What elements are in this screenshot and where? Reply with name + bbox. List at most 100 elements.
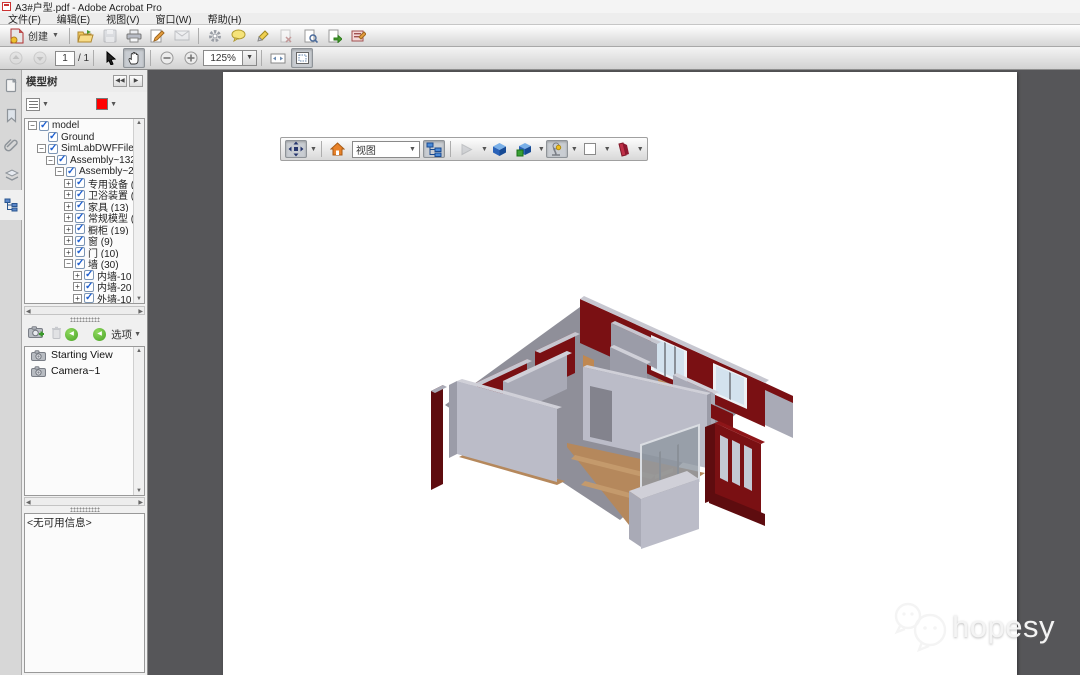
tree-options-button[interactable]: ▼ bbox=[26, 98, 49, 111]
view-item[interactable]: Camera~1 bbox=[25, 363, 144, 379]
document-pane[interactable]: ▼ 视图 ▼ ▼ ▼ ▼ ▼ bbox=[148, 70, 1080, 675]
lighting-button[interactable] bbox=[546, 140, 568, 158]
page-down-button[interactable] bbox=[29, 48, 51, 68]
tree-checkbox[interactable]: ✓ bbox=[48, 132, 58, 142]
render-mode-button[interactable] bbox=[489, 140, 511, 158]
views-horizontal-scrollbar[interactable]: ◀ ▶ bbox=[24, 497, 145, 506]
tree-checkbox[interactable]: ✓ bbox=[75, 213, 85, 223]
tree-expander-icon[interactable]: + bbox=[73, 282, 82, 291]
chevron-down-icon[interactable]: ▼ bbox=[637, 146, 644, 153]
comment-bubble-button[interactable] bbox=[228, 26, 250, 46]
tree-checkbox[interactable]: ✓ bbox=[84, 270, 94, 280]
chevron-down-icon[interactable]: ▼ bbox=[571, 146, 578, 153]
tree-item[interactable]: +✓门 (10) bbox=[26, 247, 133, 259]
menu-item-1[interactable]: 编辑(E) bbox=[49, 11, 98, 26]
tree-item[interactable]: +✓家具 (13) bbox=[26, 201, 133, 213]
tree-item[interactable]: −✓Assembly~1326 bbox=[26, 155, 133, 167]
menu-item-3[interactable]: 窗口(W) bbox=[147, 11, 199, 26]
settings-gear-button[interactable] bbox=[204, 26, 226, 46]
tree-expander-icon[interactable]: + bbox=[64, 202, 73, 211]
chevron-down-icon[interactable]: ▼ bbox=[310, 146, 317, 153]
model-tree-panel-button[interactable] bbox=[0, 190, 22, 220]
tree-expander-icon[interactable]: − bbox=[55, 167, 64, 176]
tree-checkbox[interactable]: ✓ bbox=[75, 224, 85, 234]
tree-vertical-scrollbar[interactable]: ▲ ▼ bbox=[133, 119, 144, 303]
tree-checkbox[interactable]: ✓ bbox=[75, 247, 85, 257]
select-tool-button[interactable] bbox=[99, 48, 121, 68]
open-file-button[interactable] bbox=[75, 26, 97, 46]
tree-checkbox[interactable]: ✓ bbox=[75, 259, 85, 269]
tree-item[interactable]: −✓model bbox=[26, 120, 133, 132]
next-view-button[interactable]: ◀ bbox=[93, 328, 106, 341]
menu-item-4[interactable]: 帮助(H) bbox=[200, 11, 250, 26]
tree-item[interactable]: +✓卫浴装置 ( bbox=[26, 189, 133, 201]
scroll-down-icon[interactable]: ▼ bbox=[134, 488, 144, 494]
tree-expander-icon[interactable]: − bbox=[37, 144, 46, 153]
tree-expander-icon[interactable]: − bbox=[28, 121, 37, 130]
tree-expander-icon[interactable]: + bbox=[64, 236, 73, 245]
scroll-up-icon[interactable]: ▲ bbox=[134, 120, 144, 126]
tree-expander-icon[interactable]: + bbox=[73, 271, 82, 280]
tree-item[interactable]: +✓常规模型 ( bbox=[26, 212, 133, 224]
pages-panel-button[interactable] bbox=[0, 70, 22, 100]
delete-view-button[interactable] bbox=[51, 326, 62, 342]
tree-checkbox[interactable]: ✓ bbox=[57, 155, 67, 165]
tree-item[interactable]: ✓Ground bbox=[26, 132, 133, 144]
chevron-down-icon[interactable]: ▼ bbox=[604, 146, 611, 153]
tree-item[interactable]: +✓专用设备 (9 bbox=[26, 178, 133, 190]
zoom-in-button[interactable] bbox=[180, 48, 202, 68]
tree-checkbox[interactable]: ✓ bbox=[48, 144, 58, 154]
page-export-button[interactable] bbox=[324, 26, 346, 46]
tree-item[interactable]: +✓橱柜 (19) bbox=[26, 224, 133, 236]
tree-expander-icon[interactable]: − bbox=[64, 259, 73, 268]
tree-checkbox[interactable]: ✓ bbox=[66, 167, 76, 177]
tree-checkbox[interactable]: ✓ bbox=[75, 190, 85, 200]
scroll-down-icon[interactable]: ▼ bbox=[134, 296, 144, 302]
page-number-input[interactable]: 1 bbox=[55, 51, 75, 66]
view-item[interactable]: Starting View bbox=[25, 347, 144, 363]
tree-checkbox[interactable]: ✓ bbox=[75, 201, 85, 211]
chevron-down-icon[interactable]: ▼ bbox=[538, 146, 545, 153]
highlight-pen-button[interactable] bbox=[252, 26, 274, 46]
views-vertical-scrollbar[interactable]: ▲ ▼ bbox=[133, 347, 144, 495]
play-animation-button[interactable] bbox=[456, 140, 478, 158]
tree-expander-icon[interactable]: + bbox=[64, 213, 73, 222]
cross-section-button[interactable] bbox=[612, 140, 634, 158]
home-view-button[interactable] bbox=[327, 140, 349, 158]
panel-collapse-button[interactable]: ◀◀ bbox=[113, 75, 127, 87]
hand-tool-button[interactable] bbox=[123, 48, 145, 68]
sign-page-button[interactable] bbox=[147, 26, 169, 46]
menu-item-2[interactable]: 视图(V) bbox=[98, 11, 147, 26]
scroll-up-icon[interactable]: ▲ bbox=[134, 348, 144, 354]
panel-splitter[interactable] bbox=[22, 506, 147, 513]
scroll-right-icon[interactable]: ▶ bbox=[138, 499, 143, 506]
layers-panel-button[interactable] bbox=[0, 160, 22, 190]
zoom-out-button[interactable] bbox=[156, 48, 178, 68]
tree-expander-icon[interactable]: + bbox=[64, 179, 73, 188]
rotate-tool-button[interactable] bbox=[285, 140, 307, 158]
zoom-dropdown-button[interactable]: ▼ bbox=[243, 50, 257, 66]
save-file-button[interactable] bbox=[99, 26, 121, 46]
tree-item[interactable]: +✓窗 (9) bbox=[26, 235, 133, 247]
previous-view-button[interactable]: ◀ bbox=[65, 328, 78, 341]
tree-checkbox[interactable]: ✓ bbox=[75, 236, 85, 246]
add-view-button[interactable] bbox=[28, 326, 45, 342]
page-up-button[interactable] bbox=[5, 48, 27, 68]
tree-item[interactable]: −✓Assembly~2 bbox=[26, 166, 133, 178]
tree-item[interactable]: −✓墙 (30) bbox=[26, 258, 133, 270]
form-edit-button[interactable] bbox=[348, 26, 370, 46]
3d-house-model[interactable] bbox=[415, 285, 805, 555]
attachments-panel-button[interactable] bbox=[0, 130, 22, 160]
tree-checkbox[interactable]: ✓ bbox=[84, 293, 94, 303]
background-color-button[interactable] bbox=[579, 140, 601, 158]
scroll-left-icon[interactable]: ◀ bbox=[26, 499, 31, 506]
tree-checkbox[interactable]: ✓ bbox=[39, 121, 49, 131]
chevron-down-icon[interactable]: ▼ bbox=[481, 146, 488, 153]
highlight-color-button[interactable]: ▼ bbox=[96, 98, 117, 110]
fit-page-button[interactable] bbox=[291, 48, 313, 68]
print-button[interactable] bbox=[123, 26, 145, 46]
tree-item[interactable]: +✓内墙-10 bbox=[26, 270, 133, 282]
create-pdf-button[interactable]: 创建 ▼ bbox=[5, 26, 64, 46]
tree-expander-icon[interactable]: + bbox=[64, 248, 73, 257]
tree-expander-icon[interactable]: + bbox=[73, 294, 82, 303]
